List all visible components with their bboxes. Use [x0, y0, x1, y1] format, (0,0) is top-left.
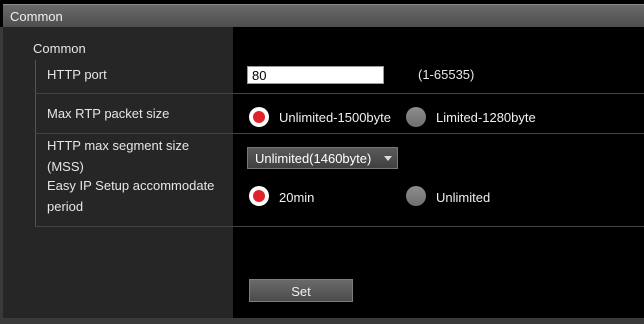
mss-select-value: Unlimited(1460byte)	[255, 151, 372, 166]
http-port-range-hint: (1-65535)	[418, 67, 475, 82]
radio-unlimited-1500-label: Unlimited-1500byte	[279, 110, 392, 125]
http-port-input[interactable]	[247, 66, 384, 84]
bottom-border	[0, 318, 644, 324]
radio-limited-1280[interactable]	[406, 107, 426, 127]
radio-20min[interactable]	[249, 186, 269, 206]
http-port-label: HTTP port	[47, 67, 107, 82]
chevron-down-icon	[384, 156, 392, 161]
mss-label-line1: HTTP max segment size	[47, 138, 190, 153]
section-header: Common	[3, 4, 644, 28]
easy-ip-label-line1: Easy IP Setup accommodate	[47, 178, 215, 193]
radio-unlimited-1500[interactable]	[249, 107, 269, 127]
radio-20min-label: 20min	[279, 190, 315, 205]
mss-select[interactable]: Unlimited(1460byte)	[247, 147, 398, 169]
row-divider	[35, 93, 644, 94]
group-divider-vertical	[35, 60, 36, 226]
settings-window: Common Common HTTP port (1-65535) Max RT…	[0, 0, 644, 324]
row-divider	[35, 226, 644, 227]
radio-limited-1280-label: Limited-1280byte	[436, 110, 536, 125]
easy-ip-label-line2: period	[47, 199, 84, 214]
group-title: Common	[33, 41, 86, 56]
mss-label-line2: (MSS)	[47, 159, 84, 174]
set-button[interactable]: Set	[249, 279, 353, 302]
row-divider	[35, 133, 644, 134]
section-header-title: Common	[10, 9, 63, 24]
radio-unlimited[interactable]	[406, 186, 426, 206]
max-rtp-label: Max RTP packet size	[47, 106, 170, 121]
radio-unlimited-label: Unlimited	[436, 190, 491, 205]
